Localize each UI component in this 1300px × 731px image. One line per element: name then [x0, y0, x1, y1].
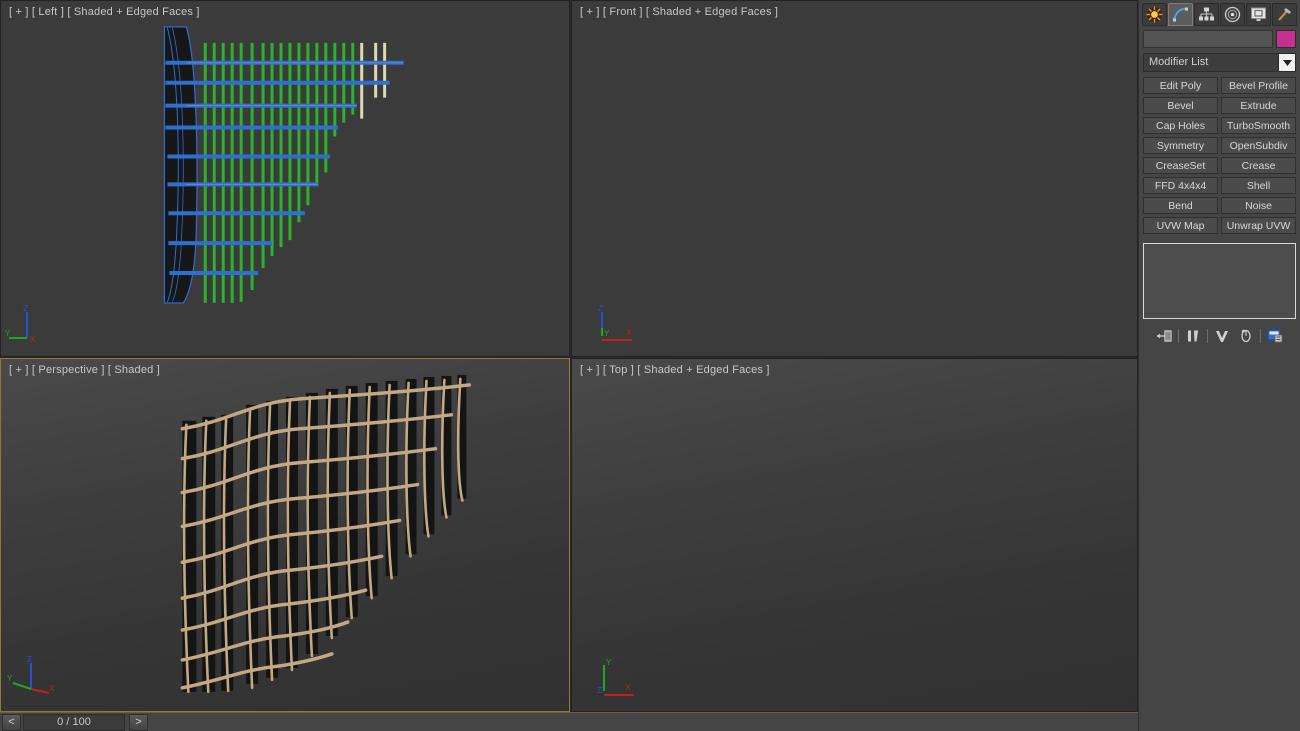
svg-text:X: X	[626, 328, 632, 337]
axis-gizmo-front: Z Y X	[598, 304, 632, 341]
modifier-button-crease[interactable]: Crease	[1221, 157, 1296, 174]
svg-text:Z: Z	[23, 304, 28, 313]
make-unique-icon[interactable]	[1212, 326, 1232, 346]
viewport-left[interactable]: [ + ] [ Left ] [ Shaded + Edged Faces ] …	[0, 0, 570, 357]
viewport-left-scene	[163, 26, 404, 304]
command-panel: Modifier List Edit Poly Bevel Profile Be…	[1138, 0, 1300, 731]
modifier-button-bend[interactable]: Bend	[1143, 197, 1218, 214]
command-panel-empty-area	[1139, 369, 1300, 731]
remove-modifier-icon[interactable]	[1236, 326, 1256, 346]
modifier-button-bevel[interactable]: Bevel	[1143, 97, 1218, 114]
svg-text:X: X	[49, 684, 55, 693]
modifier-button-noise[interactable]: Noise	[1221, 197, 1296, 214]
svg-text:Z: Z	[27, 655, 32, 664]
toolbar-separator	[1260, 329, 1261, 343]
modifier-list-row: Modifier List	[1139, 48, 1300, 72]
prev-frame-button[interactable]: <	[2, 713, 21, 731]
svg-text:Y: Y	[7, 674, 13, 683]
pin-stack-icon[interactable]	[1154, 326, 1174, 346]
create-star-icon	[1146, 6, 1163, 23]
viewport-front-scene	[572, 1, 1137, 357]
svg-text:X: X	[30, 335, 36, 344]
modifier-button-cap-holes[interactable]: Cap Holes	[1143, 117, 1218, 134]
command-panel-tabs	[1139, 0, 1300, 26]
modifier-button-shell[interactable]: Shell	[1221, 177, 1296, 194]
svg-text:Y: Y	[5, 329, 11, 338]
show-end-result-icon[interactable]	[1183, 326, 1203, 346]
viewport-grid: [ + ] [ Left ] [ Shaded + Edged Faces ] …	[0, 0, 1138, 712]
tab-utilities[interactable]	[1272, 3, 1297, 26]
svg-text:Z: Z	[597, 686, 602, 695]
toolbar-separator	[1207, 329, 1208, 343]
modifier-button-extrude[interactable]: Extrude	[1221, 97, 1296, 114]
modifier-button-bevel-profile[interactable]: Bevel Profile	[1221, 77, 1296, 94]
motion-wheel-icon	[1224, 6, 1241, 23]
object-name-row	[1139, 26, 1300, 48]
hierarchy-icon	[1199, 7, 1214, 21]
svg-text:Y: Y	[604, 329, 610, 338]
utilities-hammer-icon	[1278, 8, 1291, 21]
current-frame-display[interactable]: 0 / 100	[23, 713, 125, 731]
svg-text:Z: Z	[598, 304, 603, 313]
chevron-down-icon[interactable]	[1278, 54, 1295, 71]
modifier-button-set: Edit Poly Bevel Profile Bevel Extrude Ca…	[1139, 72, 1300, 234]
modifier-list-label: Modifier List	[1149, 56, 1209, 68]
tab-motion[interactable]	[1220, 3, 1245, 26]
viewport-perspective[interactable]: [ + ] [ Perspective ] [ Shaded ] Z Y X	[0, 358, 570, 712]
tab-display[interactable]	[1246, 3, 1271, 26]
modifier-button-opensubdiv[interactable]: OpenSubdiv	[1221, 137, 1296, 154]
viewport-perspective-scene	[180, 374, 472, 694]
configure-modifier-sets-icon[interactable]	[1265, 326, 1285, 346]
modifier-stack-toolbar	[1143, 325, 1296, 347]
object-color-swatch[interactable]	[1276, 30, 1296, 48]
modify-curve-icon	[1173, 7, 1188, 22]
time-slider-bar: < 0 / 100 >	[0, 712, 1138, 731]
application-window: [ + ] [ Left ] [ Shaded + Edged Faces ] …	[0, 0, 1300, 731]
viewport-top-scene	[572, 359, 1137, 712]
axis-gizmo-top: Y Z X	[597, 658, 634, 696]
modifier-button-symmetry[interactable]: Symmetry	[1143, 137, 1218, 154]
axis-gizmo-perspective: Z Y X	[7, 655, 55, 694]
viewport-front[interactable]: [ + ] [ Front ] [ Shaded + Edged Faces ]…	[571, 0, 1138, 357]
modifier-button-edit-poly[interactable]: Edit Poly	[1143, 77, 1218, 94]
modifier-button-creaseset[interactable]: CreaseSet	[1143, 157, 1218, 174]
modifier-button-uvw-map[interactable]: UVW Map	[1143, 217, 1218, 234]
viewport-top[interactable]: [ + ] [ Top ] [ Shaded + Edged Faces ] Y…	[571, 358, 1138, 712]
modifier-button-ffd-4x4x4[interactable]: FFD 4x4x4	[1143, 177, 1218, 194]
modifier-button-unwrap-uvw[interactable]: Unwrap UVW	[1221, 217, 1296, 234]
modifier-stack-list[interactable]	[1143, 243, 1296, 319]
next-frame-button[interactable]: >	[129, 713, 148, 731]
modifier-list-dropdown[interactable]: Modifier List	[1143, 53, 1296, 72]
tab-modify[interactable]	[1168, 3, 1193, 26]
svg-text:Y: Y	[606, 658, 612, 667]
axis-gizmo-left: Z Y X	[5, 304, 36, 344]
toolbar-separator	[1178, 329, 1179, 343]
svg-text:X: X	[625, 683, 631, 692]
object-name-input[interactable]	[1143, 30, 1273, 48]
display-monitor-icon	[1251, 7, 1266, 21]
tab-create[interactable]	[1142, 3, 1167, 26]
tab-hierarchy[interactable]	[1194, 3, 1219, 26]
modifier-button-turbosmooth[interactable]: TurboSmooth	[1221, 117, 1296, 134]
